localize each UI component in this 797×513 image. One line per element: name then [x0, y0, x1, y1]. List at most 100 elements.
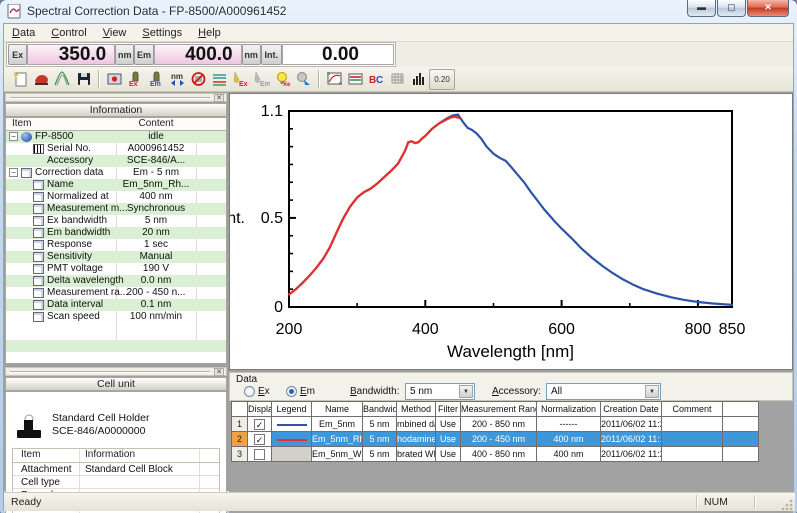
menu-view[interactable]: View	[95, 27, 135, 39]
ex-unit: nm	[115, 44, 135, 65]
tree-row-response[interactable]: Response 1 sec	[6, 239, 226, 251]
row-1-creation-date: 2011/06/02 11:21	[601, 417, 661, 431]
mark-em-icon[interactable]: Em	[251, 69, 272, 90]
new-data-icon[interactable]	[10, 69, 31, 90]
col-range: Measurement Range	[461, 402, 536, 416]
tree-row-serial[interactable]: Serial No. A000961452	[6, 143, 226, 155]
close-button[interactable]: ✕	[747, 0, 789, 17]
em-radio-label[interactable]: Em	[300, 386, 315, 397]
xenon-lamp-icon[interactable]: Xe	[272, 69, 293, 90]
title-bar[interactable]: Spectral Correction Data - FP-8500/A0009…	[0, 0, 797, 23]
tree-row-name[interactable]: Name Em_5nm_Rh...	[6, 179, 226, 191]
baseline-icon[interactable]	[209, 69, 230, 90]
menu-data[interactable]: Data	[4, 27, 43, 39]
empty-rows	[6, 340, 226, 363]
display-checkbox[interactable]: ✓	[254, 419, 265, 430]
row-3-filter: Use	[436, 447, 460, 461]
row-1-filter: Use	[436, 417, 460, 431]
row-3-number[interactable]: 3	[232, 447, 247, 461]
em-lamp-icon[interactable]: Em	[146, 69, 167, 90]
svg-text:Ex: Ex	[129, 81, 138, 87]
chart-canvas[interactable]: 200 400 600 800 850 0 0.5 1.1 Int. Wavelength [nm…	[223, 94, 792, 369]
gridlines-icon[interactable]	[387, 69, 408, 90]
send-data-icon[interactable]	[31, 69, 52, 90]
cell-panel-close-icon[interactable]: ✕	[214, 368, 224, 376]
font-color-icon[interactable]: BC	[366, 69, 387, 90]
ex-radio-label[interactable]: Ex	[258, 386, 270, 397]
tree-row-delta-wavelength[interactable]: Delta wavelength 0.0 nm	[6, 275, 226, 287]
tree-row-scan-speed[interactable]: Scan speed 100 nm/min	[6, 311, 226, 323]
menu-help[interactable]: Help	[190, 27, 229, 39]
pattern-settings-icon[interactable]	[345, 69, 366, 90]
mark-ex-icon[interactable]: Ex	[230, 69, 251, 90]
maximize-button[interactable]: ▢	[717, 0, 746, 17]
peak-process-icon[interactable]	[52, 69, 73, 90]
tree-row-ex-bandwidth[interactable]: Ex bandwidth 5 nm	[6, 215, 226, 227]
tree-row-sensitivity[interactable]: Sensitivity Manual	[6, 251, 226, 263]
chevron-down-icon[interactable]: ▼	[645, 385, 659, 398]
tree-row-measurement-range[interactable]: Measurement ra... 200 - 450 n...	[6, 287, 226, 299]
tree-row-data-interval[interactable]: Data interval 0.1 nm	[6, 299, 226, 311]
tree-row-correction-data[interactable]: − Correction data Em - 5 nm	[6, 167, 226, 179]
row-1-number[interactable]: 1	[232, 417, 247, 431]
legend-line	[276, 439, 307, 441]
row-3-comment	[662, 447, 722, 461]
display-checkbox[interactable]	[254, 449, 265, 460]
cell-panel-grip[interactable]: ✕	[5, 367, 227, 376]
row-3-name[interactable]: Em_5nm_WI2	[312, 447, 362, 461]
cell-row-cell-type[interactable]: Cell type	[13, 476, 219, 489]
row-2-range: 200 - 450 nm	[461, 432, 536, 446]
info-header-row: Item Content	[6, 118, 226, 131]
cell-panel-header: Cell unit	[5, 377, 227, 391]
display-checkbox[interactable]: ✓	[254, 434, 265, 445]
measure-monitor-icon[interactable]	[104, 69, 125, 90]
cell-row-attachment[interactable]: Attachment Standard Cell Block	[13, 463, 219, 476]
em-radio[interactable]	[286, 386, 297, 397]
tree-row-measurement-mode[interactable]: Measurement m... Synchronous	[6, 203, 226, 215]
row-1-display[interactable]: ✓	[248, 417, 271, 431]
row-3-display[interactable]	[248, 447, 271, 461]
menu-settings[interactable]: Settings	[134, 27, 190, 39]
ex-wavelength-value: 350.0	[27, 44, 116, 65]
row-1-legend	[272, 417, 311, 431]
chevron-down-icon[interactable]: ▼	[459, 385, 473, 398]
spectrum-chart[interactable]: 200 400 600 800 850 0 0.5 1.1 Int. Wavelength [nm…	[223, 93, 793, 370]
svg-text:200: 200	[276, 321, 303, 338]
document-icon	[33, 240, 44, 250]
minimize-button[interactable]: ▬	[687, 0, 716, 17]
tree-row-instrument[interactable]: − FP-8500 idle	[6, 131, 226, 143]
tree-row-em-bandwidth[interactable]: Em bandwidth 20 nm	[6, 227, 226, 239]
data-points-icon[interactable]	[408, 69, 429, 90]
save-icon[interactable]	[73, 69, 94, 90]
tree-expander[interactable]: −	[9, 168, 18, 177]
svg-text:0.5: 0.5	[261, 210, 283, 227]
row-3-bandwidth: 5 nm	[363, 447, 396, 461]
svg-text:C: C	[376, 75, 383, 86]
tree-expander[interactable]: −	[9, 132, 18, 141]
row-2-number[interactable]: 2	[232, 432, 247, 446]
document-icon	[33, 252, 44, 262]
legend-line	[276, 424, 307, 426]
accessory-select[interactable]: All ▼	[546, 383, 661, 400]
info-panel-close-icon[interactable]: ✕	[214, 94, 224, 102]
move-wavelength-icon[interactable]: nm	[167, 69, 188, 90]
svg-text:Wavelength [nm]: Wavelength [nm]	[447, 342, 574, 361]
tree-row-normalized[interactable]: Normalized at 400 nm	[6, 191, 226, 203]
scale-settings-icon[interactable]	[324, 69, 345, 90]
ex-radio[interactable]	[244, 386, 255, 397]
tree-row-accessory[interactable]: Accessory SCE-846/A...	[6, 155, 226, 167]
col-filler	[723, 402, 758, 416]
info-panel-grip[interactable]: ✕	[5, 93, 227, 102]
resize-grip[interactable]	[782, 498, 794, 510]
shutter-close-icon[interactable]	[188, 69, 209, 90]
row-2-display[interactable]: ✓	[248, 432, 271, 446]
ex-lamp-icon[interactable]: Ex	[125, 69, 146, 90]
bandwidth-select[interactable]: 5 nm ▼	[405, 383, 475, 400]
lamp-off-icon[interactable]	[293, 69, 314, 90]
data-interval-button[interactable]: 0.20	[429, 68, 455, 90]
svg-text:600: 600	[548, 321, 575, 338]
row-1-name[interactable]: Em_5nm	[312, 417, 362, 431]
tree-row-pmt-voltage[interactable]: PMT voltage 190 V	[6, 263, 226, 275]
menu-control[interactable]: Control	[43, 27, 94, 39]
row-2-name[interactable]: Em_5nm_Rhod	[312, 432, 362, 446]
